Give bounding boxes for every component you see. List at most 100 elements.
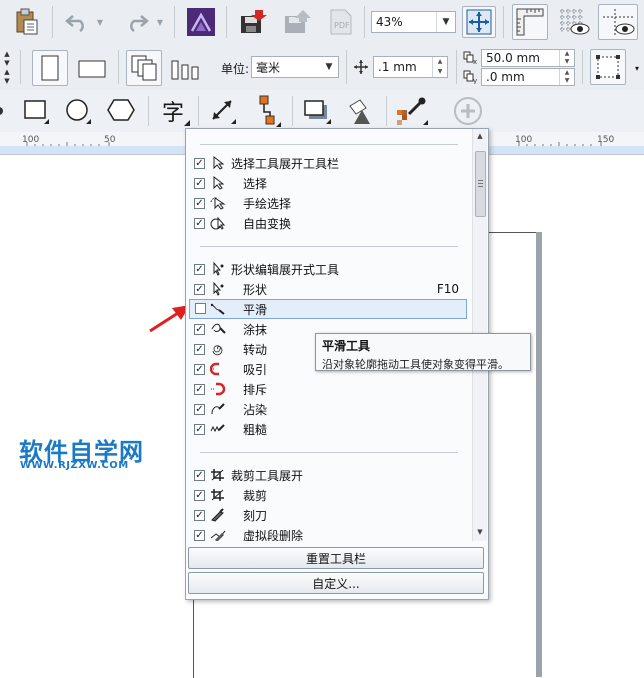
list-item[interactable]: ✓ 手绘选择	[189, 193, 467, 213]
show-grid-icon[interactable]	[556, 4, 592, 40]
zoom-level-select[interactable]: 43% ▼	[371, 11, 456, 33]
text-tool-icon[interactable]: 字	[154, 94, 192, 128]
list-item[interactable]: ✓ 粗糙	[189, 419, 467, 439]
undo-icon[interactable]	[60, 8, 94, 36]
landscape-orientation-icon[interactable]	[74, 50, 110, 86]
shape-tool-icon	[209, 261, 227, 277]
rectangle-tool-icon[interactable]	[18, 94, 56, 128]
polygon-tool-icon[interactable]	[103, 94, 141, 128]
transparency-tool-icon[interactable]	[342, 94, 380, 128]
redo-icon[interactable]	[120, 8, 154, 36]
show-guidelines-icon[interactable]	[598, 4, 638, 40]
list-item[interactable]: ✓ 裁剪工具展开	[189, 465, 467, 485]
list-item[interactable]: ✓ 刻刀	[189, 505, 467, 525]
full-screen-preview-icon[interactable]	[462, 6, 496, 38]
dimension-tool-icon[interactable]	[205, 94, 243, 128]
tool-label: 刻刀	[243, 508, 268, 523]
portrait-orientation-icon[interactable]	[32, 50, 68, 86]
checkbox-checked[interactable]: ✓	[194, 403, 205, 415]
list-item[interactable]: ✓ 虚拟段删除	[189, 525, 467, 541]
repel-tool-icon	[209, 381, 227, 397]
spinner-icon[interactable]: ▲ ▼	[559, 50, 574, 66]
checkbox-checked[interactable]: ✓	[194, 343, 205, 355]
customize-button[interactable]: 自定义...	[188, 572, 484, 594]
page-shadow	[536, 232, 542, 677]
all-pages-icon[interactable]	[126, 50, 162, 86]
checkbox-checked[interactable]: ✓	[194, 469, 205, 481]
scroll-down-icon[interactable]: ▼	[473, 525, 487, 539]
divider	[200, 452, 458, 453]
tool-label: 选择	[243, 176, 268, 191]
ellipse-fragment-icon[interactable]	[0, 102, 8, 120]
freehand-pick-icon	[209, 195, 227, 211]
smooth-tool-icon	[209, 301, 227, 317]
show-rulers-icon[interactable]	[512, 4, 548, 40]
import-icon[interactable]	[234, 6, 270, 38]
connector-tool-icon[interactable]	[248, 92, 286, 130]
checkbox-checked[interactable]: ✓	[194, 177, 205, 189]
list-item-highlighted[interactable]: 平滑	[189, 299, 467, 319]
chevron-down-icon: ▼	[436, 12, 455, 32]
treat-as-filled-icon[interactable]	[590, 49, 626, 85]
checkbox-checked[interactable]: ✓	[194, 509, 205, 521]
list-item[interactable]: ✓ 选择	[189, 173, 467, 193]
checkbox-checked[interactable]: ✓	[194, 529, 205, 541]
undo-dropdown-icon[interactable]: ▼	[94, 12, 106, 32]
list-item[interactable]: ✓ 排斥	[189, 379, 467, 399]
list-item[interactable]: ✓ 形状 F10	[189, 279, 467, 299]
crop-tool-icon	[209, 487, 227, 503]
checkbox-checked[interactable]: ✓	[194, 283, 205, 295]
list-item[interactable]: ✓ 沾染	[189, 399, 467, 419]
redo-dropdown-icon[interactable]: ▼	[154, 12, 166, 32]
spinner-icon[interactable]: ▲ ▼	[432, 57, 447, 77]
checkbox-checked[interactable]: ✓	[194, 263, 205, 275]
tool-label: 转动	[243, 342, 268, 357]
spinner-icon[interactable]: ▲ ▼	[559, 69, 574, 85]
ellipse-tool-icon[interactable]	[60, 94, 98, 128]
add-tool-icon[interactable]	[448, 94, 488, 128]
checkbox-checked[interactable]: ✓	[194, 197, 205, 209]
current-page-icon[interactable]	[168, 50, 204, 86]
tool-label: 形状	[243, 282, 268, 297]
duplicate-x-input[interactable]: 50.0 mm ▲ ▼	[481, 49, 575, 67]
duplicate-y-input[interactable]: .0 mm ▲ ▼	[481, 68, 575, 86]
separator	[52, 6, 53, 38]
checkbox-checked[interactable]: ✓	[194, 323, 205, 335]
checkbox-checked[interactable]: ✓	[194, 383, 205, 395]
tool-label: 裁剪	[243, 488, 268, 503]
list-item[interactable]: ✓ 选择工具展开工具栏	[189, 153, 467, 173]
zoom-level-value: 43%	[376, 15, 403, 29]
paste-icon[interactable]	[10, 6, 44, 38]
twirl-tool-icon	[209, 341, 227, 357]
scrollbar-thumb[interactable]	[475, 151, 486, 217]
reset-toolbar-button[interactable]: 重置工具栏	[188, 547, 484, 569]
list-item[interactable]: ✓ 裁剪	[189, 485, 467, 505]
thumb-grip	[478, 186, 483, 187]
more-chevron-icon[interactable]: ▾	[630, 56, 644, 80]
tool-label: 粗糙	[243, 422, 268, 437]
knife-tool-icon	[209, 507, 227, 523]
checkbox-checked[interactable]: ✓	[194, 363, 205, 375]
nudge-distance-value: .1 mm	[378, 60, 417, 74]
drop-shadow-tool-icon[interactable]	[298, 94, 336, 128]
checkbox-checked[interactable]: ✓	[194, 423, 205, 435]
nudge-distance-input[interactable]: .1 mm ▲ ▼	[373, 56, 448, 78]
eyedropper-tool-icon[interactable]	[392, 94, 432, 128]
tool-label: 形状编辑展开式工具	[231, 262, 340, 277]
list-item[interactable]: ✓ 形状编辑展开式工具	[189, 259, 467, 279]
scroll-up-icon[interactable]: ▲	[473, 129, 487, 143]
checkbox-checked[interactable]: ✓	[194, 489, 205, 501]
units-select[interactable]: 毫米 ▼	[251, 56, 339, 78]
checkbox-checked[interactable]: ✓	[194, 157, 205, 169]
checkbox-checked[interactable]: ✓	[194, 217, 205, 229]
paper-size-spinner[interactable]: ▲ ▼ ▲ ▼	[0, 50, 14, 85]
list-item[interactable]: ✓ 自由变换	[189, 213, 467, 233]
corel-connect-icon[interactable]	[184, 5, 218, 39]
shortcut-key: F10	[436, 282, 459, 296]
duplicate-y-value: .0 mm	[486, 70, 525, 84]
units-label: 单位:	[221, 62, 250, 76]
checkbox-unchecked[interactable]	[195, 303, 206, 314]
pdf-publish-icon[interactable]: PDF	[322, 6, 358, 38]
export-icon[interactable]	[278, 6, 314, 38]
tool-label: 虚拟段删除	[243, 528, 304, 542]
